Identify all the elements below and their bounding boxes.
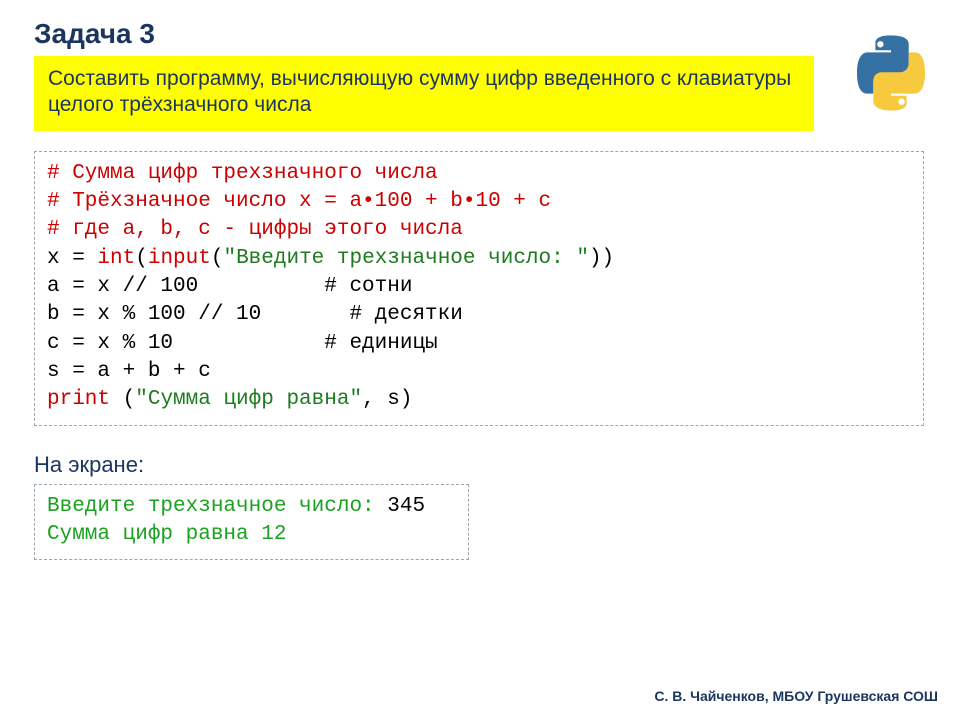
program-output: Введите трехзначное число: 345 Сумма циф… bbox=[34, 484, 469, 561]
code-comment: # Сумма цифр трехзначного числа bbox=[47, 162, 438, 185]
code-text: ( bbox=[110, 388, 135, 411]
slide: Задача 3 Составить программу, вычисляющу… bbox=[0, 0, 960, 720]
code-string: "Введите трехзначное число: " bbox=[223, 247, 588, 270]
code-text: )) bbox=[589, 247, 614, 270]
code-comment: # где a, b, c - цифры этого числа bbox=[47, 218, 463, 241]
python-logo-icon bbox=[852, 34, 930, 112]
code-text: , s) bbox=[362, 388, 412, 411]
code-text: ( bbox=[135, 247, 148, 270]
code-text: ( bbox=[211, 247, 224, 270]
output-prompt: Введите трехзначное число: bbox=[47, 495, 387, 518]
code-keyword: input bbox=[148, 247, 211, 270]
user-input-echo: 345 bbox=[387, 495, 425, 518]
code-comment: # Трёхзначное число x = a•100 + b•10 + c bbox=[47, 190, 551, 213]
code-line: b = x % 100 // 10 # десятки bbox=[47, 303, 463, 326]
code-keyword: int bbox=[97, 247, 135, 270]
code-string: "Сумма цифр равна" bbox=[135, 388, 362, 411]
code-line: s = a + b + c bbox=[47, 360, 211, 383]
code-line: c = x % 10 # единицы bbox=[47, 332, 438, 355]
output-label: На экране: bbox=[34, 452, 926, 478]
slide-footer: С. В. Чайченков, МБОУ Грушевская СОШ bbox=[654, 688, 938, 704]
task-description: Составить программу, вычисляющую сумму ц… bbox=[34, 56, 814, 131]
slide-title: Задача 3 bbox=[34, 18, 926, 50]
code-text: x = bbox=[47, 247, 97, 270]
code-keyword: print bbox=[47, 388, 110, 411]
code-line: a = x // 100 # сотни bbox=[47, 275, 412, 298]
code-listing: # Сумма цифр трехзначного числа # Трёхзн… bbox=[34, 151, 924, 426]
output-result: Сумма цифр равна 12 bbox=[47, 523, 286, 546]
